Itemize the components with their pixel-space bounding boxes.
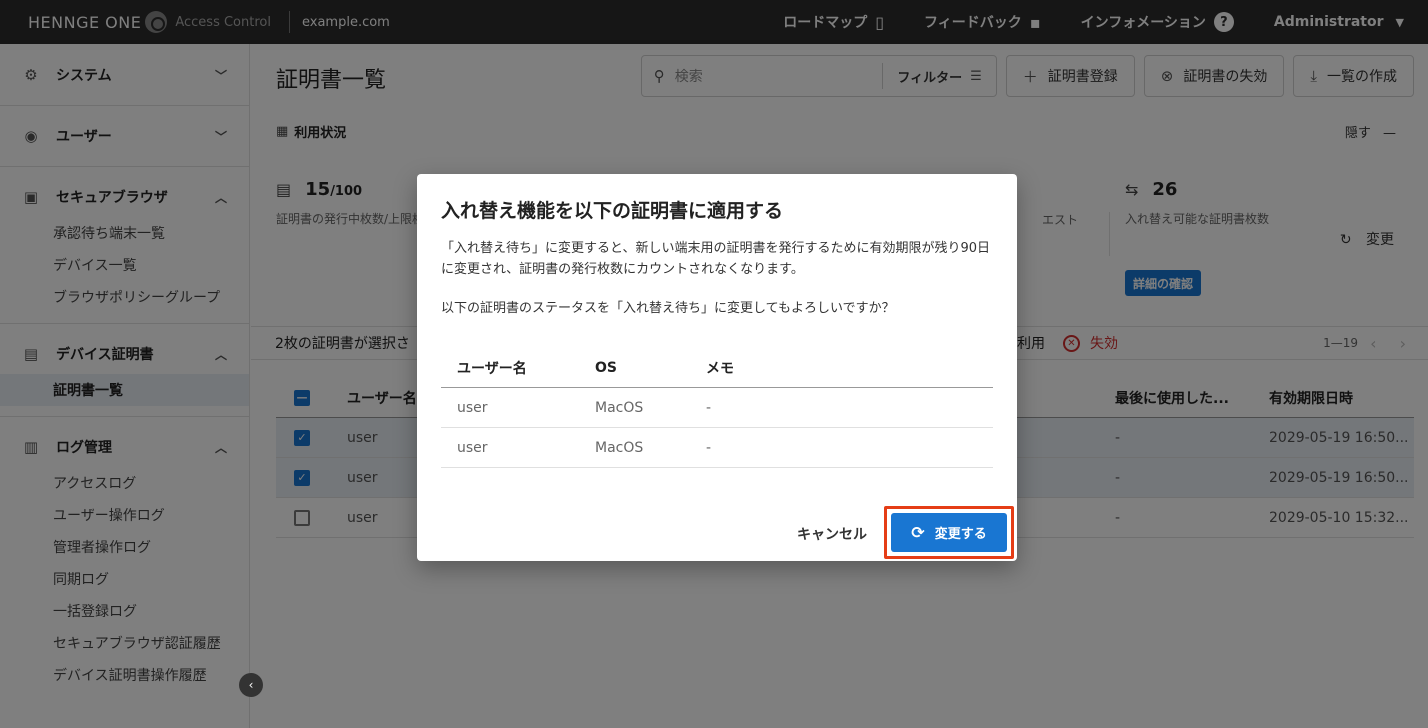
dialog-cert-table: ユーザー名 OS メモ user MacOS - user MacOS - bbox=[441, 348, 993, 468]
dialog-table-row: user MacOS - bbox=[441, 428, 993, 468]
confirm-label: 変更する bbox=[934, 527, 987, 542]
dialog-title: 入れ替え機能を以下の証明書に適用する bbox=[441, 200, 784, 222]
dialog-header-user: ユーザー名 bbox=[457, 360, 527, 377]
dialog-table-header: ユーザー名 OS メモ bbox=[441, 348, 993, 388]
dialog-cell-os: MacOS bbox=[595, 439, 644, 456]
dialog-cell-user: user bbox=[457, 439, 488, 456]
dialog-cell-user: user bbox=[457, 399, 488, 416]
dialog-cell-os: MacOS bbox=[595, 399, 644, 416]
confirm-highlight: ⟳ 変更する bbox=[884, 506, 1014, 559]
chevron-left-icon: ‹ bbox=[248, 678, 254, 692]
dialog-table-row: user MacOS - bbox=[441, 388, 993, 428]
dialog-description: 「入れ替え待ち」に変更すると、新しい端末用の証明書を発行するために有効期限が残り… bbox=[441, 241, 991, 277]
dialog-header-os: OS bbox=[595, 359, 617, 376]
collapse-sidebar-button[interactable]: ‹ bbox=[239, 673, 263, 697]
confirm-change-button[interactable]: ⟳ 変更する bbox=[891, 513, 1007, 552]
sync-icon: ⟳ bbox=[911, 523, 925, 542]
cancel-button[interactable]: キャンセル bbox=[797, 524, 867, 544]
dialog-cell-memo: - bbox=[706, 439, 712, 456]
dialog-cell-memo: - bbox=[706, 399, 712, 416]
dialog-question: 以下の証明書のステータスを「入れ替え待ち」に変更してもよろしいですか？ bbox=[441, 301, 895, 316]
dialog-header-memo: メモ bbox=[706, 360, 734, 377]
replace-dialog: 入れ替え機能を以下の証明書に適用する 「入れ替え待ち」に変更すると、新しい端末用… bbox=[417, 174, 1017, 561]
